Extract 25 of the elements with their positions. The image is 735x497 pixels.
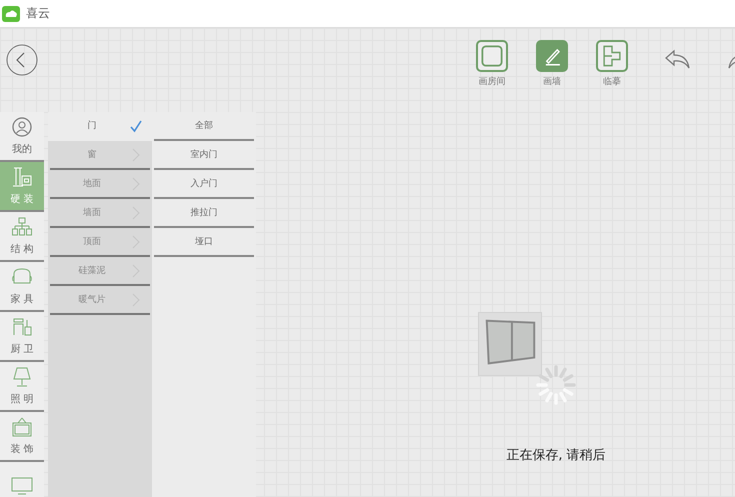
type-item[interactable]: 入户门 — [154, 170, 254, 199]
type-item[interactable]: 室内门 — [154, 141, 254, 170]
check-icon — [129, 118, 143, 132]
monitor-icon — [11, 475, 33, 497]
type-item[interactable]: 推拉门 — [154, 199, 254, 228]
subcategory-item[interactable]: 墙面 — [50, 199, 150, 228]
hierarchy-icon — [11, 216, 33, 238]
back-icon[interactable] — [6, 44, 38, 76]
subcategory-item[interactable]: 窗 — [50, 141, 150, 170]
subcategory-item[interactable]: 暖气片 — [50, 286, 150, 315]
subcategory-item[interactable]: 硅藻泥 — [50, 257, 150, 286]
subcategory-item[interactable]: 顶面 — [50, 228, 150, 257]
picture-frame-icon — [11, 416, 33, 438]
window-title: 喜云 — [26, 5, 50, 22]
saving-message: 正在保存, 请稍后 — [505, 447, 607, 464]
column-icon — [11, 166, 33, 188]
sliding-door-thumbnail — [478, 312, 542, 376]
user-icon — [11, 116, 33, 138]
type-item[interactable]: 全部 — [154, 112, 254, 141]
type-item[interactable]: 垭口 — [154, 228, 254, 257]
undo-icon[interactable] — [664, 48, 692, 70]
subcategory-item[interactable]: 地面 — [50, 170, 150, 199]
lamp-icon — [11, 366, 33, 388]
subcategory-item[interactable]: 门 — [48, 112, 152, 141]
kitchen-icon — [11, 316, 33, 338]
